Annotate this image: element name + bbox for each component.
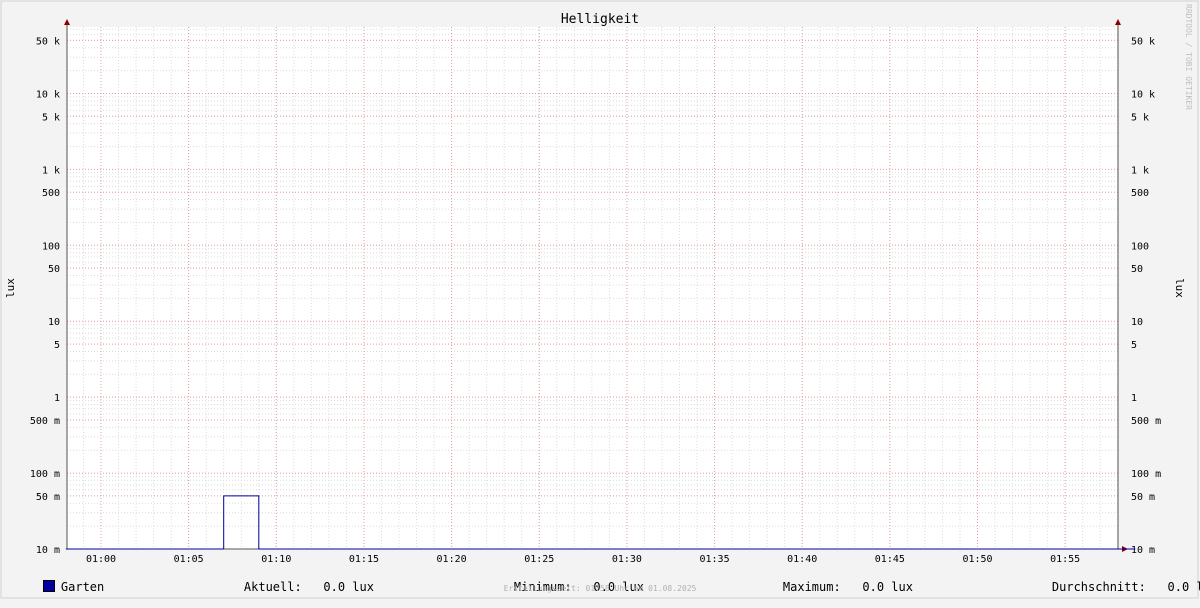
y-tick-label-right: 50 xyxy=(1131,264,1143,275)
watermark: RRDTOOL / TOBI OETIKER xyxy=(1184,4,1193,110)
x-tick-label: 01:10 xyxy=(261,554,291,565)
legend-stat-minimum: Minimum: 0.0 lux xyxy=(485,566,644,594)
chart-title: Helligkeit xyxy=(561,12,639,27)
x-tick-label: 01:15 xyxy=(349,554,379,565)
y-tick-label-right: 1 k xyxy=(1131,165,1149,176)
x-tick-label: 01:50 xyxy=(962,554,992,565)
y-tick-label-left: 10 m xyxy=(36,545,60,556)
y-tick-label-left: 5 xyxy=(54,340,60,351)
y-tick-label-left: 10 k xyxy=(36,89,60,100)
y-tick-label-right: 10 k xyxy=(1131,89,1155,100)
y-axis-label-left: lux xyxy=(4,278,17,298)
y-tick-label-left: 500 xyxy=(42,188,60,199)
legend-stat-aktuell: Aktuell: 0.0 lux xyxy=(215,566,374,594)
y-tick-label-right: 500 xyxy=(1131,188,1149,199)
y-tick-label-right: 10 xyxy=(1131,317,1143,328)
x-tick-label: 01:00 xyxy=(86,554,116,565)
x-tick-label: 01:25 xyxy=(524,554,554,565)
y-tick-label-left: 100 m xyxy=(30,469,60,480)
y-tick-label-right: 1 xyxy=(1131,393,1137,404)
y-tick-label-right: 500 m xyxy=(1131,416,1161,427)
y-tick-label-left: 1 k xyxy=(42,165,60,176)
y-tick-label-left: 500 m xyxy=(30,416,60,427)
y-tick-label-right: 5 k xyxy=(1131,112,1149,123)
x-tick-label: 01:35 xyxy=(699,554,729,565)
y-tick-label-right: 50 k xyxy=(1131,36,1155,47)
footer-timestamp: Erstellungszeit: 01:58 Uhr am 01.08.2025 xyxy=(503,584,697,593)
x-tick-label: 01:45 xyxy=(875,554,905,565)
y-tick-label-left: 100 xyxy=(42,241,60,252)
x-tick-label: 01:20 xyxy=(437,554,467,565)
x-tick-label: 01:55 xyxy=(1050,554,1080,565)
y-tick-label-right: 5 xyxy=(1131,340,1137,351)
x-tick-label: 01:05 xyxy=(174,554,204,565)
y-tick-label-left: 50 m xyxy=(36,492,60,503)
y-tick-label-right: 10 m xyxy=(1131,545,1155,556)
legend-series: Garten xyxy=(14,566,104,594)
x-tick-label: 01:40 xyxy=(787,554,817,565)
y-tick-label-right: 100 m xyxy=(1131,469,1161,480)
brightness-chart: 50 k 50 k10 k 10 k5 k5 k1 k1 k500 500100 100… xyxy=(0,0,1199,599)
y-tick-label-left: 5 k xyxy=(42,112,60,123)
y-tick-label-right: 100 xyxy=(1131,241,1149,252)
y-axis-label-right: lux xyxy=(1173,278,1186,298)
legend-stat-maximum: Maximum: 0.0 lux xyxy=(754,566,913,594)
chart-root: 50 k 50 k 10 k 10 k5 k5 k1 k1 k 500 500 100 100… xyxy=(0,0,1200,600)
x-tick-label: 01:30 xyxy=(612,554,642,565)
y-tick-label-left: 1 xyxy=(54,393,60,404)
y-tick-label-right: 50 m xyxy=(1131,492,1155,503)
legend-stat-durchschnitt: Durchschnitt: 0.0 lux xyxy=(1023,566,1200,594)
y-tick-label-left: 10 xyxy=(48,317,60,328)
y-tick-label-left: 50 xyxy=(48,264,60,275)
y-tick-label-left: 50 k xyxy=(36,36,60,47)
